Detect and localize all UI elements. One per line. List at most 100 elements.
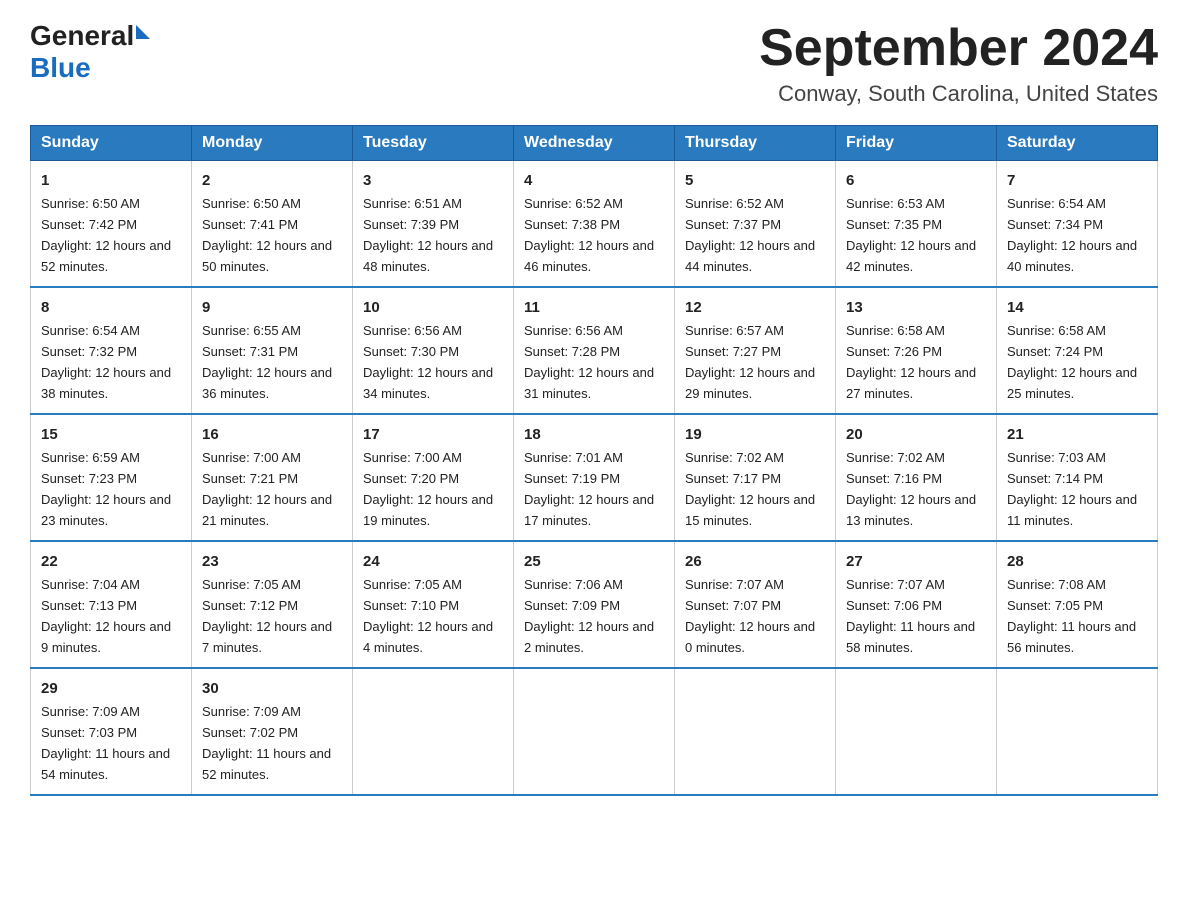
day-info: Sunrise: 7:05 AMSunset: 7:12 PMDaylight:… <box>202 577 332 655</box>
calendar-cell: 4 Sunrise: 6:52 AMSunset: 7:38 PMDaylight… <box>514 161 675 287</box>
day-number: 28 <box>1007 550 1147 573</box>
day-number: 6 <box>846 169 986 192</box>
header-friday: Friday <box>836 126 997 161</box>
day-number: 22 <box>41 550 181 573</box>
calendar-cell: 11 Sunrise: 6:56 AMSunset: 7:28 PMDayligh… <box>514 287 675 414</box>
week-row-4: 22 Sunrise: 7:04 AMSunset: 7:13 PMDayligh… <box>31 541 1158 668</box>
day-number: 29 <box>41 677 181 700</box>
calendar-cell: 9 Sunrise: 6:55 AMSunset: 7:31 PMDaylight… <box>192 287 353 414</box>
day-info: Sunrise: 6:59 AMSunset: 7:23 PMDaylight:… <box>41 450 171 528</box>
day-info: Sunrise: 6:52 AMSunset: 7:38 PMDaylight:… <box>524 196 654 274</box>
logo-blue: Blue <box>30 52 91 84</box>
calendar-cell: 28 Sunrise: 7:08 AMSunset: 7:05 PMDayligh… <box>997 541 1158 668</box>
calendar-cell <box>514 668 675 795</box>
day-info: Sunrise: 6:50 AMSunset: 7:42 PMDaylight:… <box>41 196 171 274</box>
day-number: 20 <box>846 423 986 446</box>
day-number: 13 <box>846 296 986 319</box>
day-number: 14 <box>1007 296 1147 319</box>
day-info: Sunrise: 7:06 AMSunset: 7:09 PMDaylight:… <box>524 577 654 655</box>
day-number: 11 <box>524 296 664 319</box>
day-info: Sunrise: 6:54 AMSunset: 7:34 PMDaylight:… <box>1007 196 1137 274</box>
calendar-cell: 23Sunrise: 7:05 AMSunset: 7:12 PMDayligh… <box>192 541 353 668</box>
calendar-table: SundayMondayTuesdayWednesdayThursdayFrid… <box>30 125 1158 796</box>
day-info: Sunrise: 7:00 AMSunset: 7:21 PMDaylight:… <box>202 450 332 528</box>
day-number: 10 <box>363 296 503 319</box>
day-info: Sunrise: 7:09 AMSunset: 7:03 PMDaylight:… <box>41 704 170 782</box>
day-number: 4 <box>524 169 664 192</box>
calendar-cell: 25 Sunrise: 7:06 AMSunset: 7:09 PMDayligh… <box>514 541 675 668</box>
day-info: Sunrise: 7:00 AMSunset: 7:20 PMDaylight:… <box>363 450 493 528</box>
day-number: 9 <box>202 296 342 319</box>
day-number: 16 <box>202 423 342 446</box>
day-info: Sunrise: 7:05 AMSunset: 7:10 PMDaylight:… <box>363 577 493 655</box>
day-info: Sunrise: 6:55 AMSunset: 7:31 PMDaylight:… <box>202 323 332 401</box>
day-number: 24 <box>363 550 503 573</box>
calendar-cell: 22 Sunrise: 7:04 AMSunset: 7:13 PMDayligh… <box>31 541 192 668</box>
calendar-cell: 6 Sunrise: 6:53 AMSunset: 7:35 PMDaylight… <box>836 161 997 287</box>
day-info: Sunrise: 6:51 AMSunset: 7:39 PMDaylight:… <box>363 196 493 274</box>
calendar-cell: 21 Sunrise: 7:03 AMSunset: 7:14 PMDayligh… <box>997 414 1158 541</box>
calendar-cell: 18Sunrise: 7:01 AMSunset: 7:19 PMDayligh… <box>514 414 675 541</box>
calendar-cell: 19 Sunrise: 7:02 AMSunset: 7:17 PMDayligh… <box>675 414 836 541</box>
day-info: Sunrise: 7:07 AMSunset: 7:07 PMDaylight:… <box>685 577 815 655</box>
day-info: Sunrise: 6:53 AMSunset: 7:35 PMDaylight:… <box>846 196 976 274</box>
calendar-cell: 5Sunrise: 6:52 AMSunset: 7:37 PMDaylight… <box>675 161 836 287</box>
day-number: 3 <box>363 169 503 192</box>
header-saturday: Saturday <box>997 126 1158 161</box>
day-info: Sunrise: 7:03 AMSunset: 7:14 PMDaylight:… <box>1007 450 1137 528</box>
header-row: SundayMondayTuesdayWednesdayThursdayFrid… <box>31 126 1158 161</box>
day-number: 21 <box>1007 423 1147 446</box>
day-info: Sunrise: 7:07 AMSunset: 7:06 PMDaylight:… <box>846 577 975 655</box>
day-info: Sunrise: 6:56 AMSunset: 7:28 PMDaylight:… <box>524 323 654 401</box>
day-info: Sunrise: 7:02 AMSunset: 7:16 PMDaylight:… <box>846 450 976 528</box>
day-info: Sunrise: 7:04 AMSunset: 7:13 PMDaylight:… <box>41 577 171 655</box>
day-number: 25 <box>524 550 664 573</box>
calendar-cell: 1 Sunrise: 6:50 AMSunset: 7:42 PMDaylight… <box>31 161 192 287</box>
calendar-cell: 2Sunrise: 6:50 AMSunset: 7:41 PMDaylight… <box>192 161 353 287</box>
week-row-1: 1 Sunrise: 6:50 AMSunset: 7:42 PMDaylight… <box>31 161 1158 287</box>
day-number: 27 <box>846 550 986 573</box>
day-number: 7 <box>1007 169 1147 192</box>
calendar-cell: 20 Sunrise: 7:02 AMSunset: 7:16 PMDayligh… <box>836 414 997 541</box>
month-title: September 2024 <box>759 20 1158 77</box>
day-info: Sunrise: 6:58 AMSunset: 7:26 PMDaylight:… <box>846 323 976 401</box>
calendar-cell: 26 Sunrise: 7:07 AMSunset: 7:07 PMDayligh… <box>675 541 836 668</box>
day-number: 30 <box>202 677 342 700</box>
logo-arrow-icon <box>136 25 150 39</box>
day-info: Sunrise: 7:02 AMSunset: 7:17 PMDaylight:… <box>685 450 815 528</box>
day-number: 17 <box>363 423 503 446</box>
page-header: General Blue September 2024 Conway, Sout… <box>30 20 1158 107</box>
calendar-cell <box>997 668 1158 795</box>
day-number: 18 <box>524 423 664 446</box>
calendar-cell: 8Sunrise: 6:54 AMSunset: 7:32 PMDaylight… <box>31 287 192 414</box>
day-number: 19 <box>685 423 825 446</box>
day-number: 26 <box>685 550 825 573</box>
day-number: 8 <box>41 296 181 319</box>
calendar-cell: 17 Sunrise: 7:00 AMSunset: 7:20 PMDayligh… <box>353 414 514 541</box>
calendar-cell: 12Sunrise: 6:57 AMSunset: 7:27 PMDayligh… <box>675 287 836 414</box>
header-monday: Monday <box>192 126 353 161</box>
day-info: Sunrise: 7:09 AMSunset: 7:02 PMDaylight:… <box>202 704 331 782</box>
calendar-cell <box>675 668 836 795</box>
day-number: 2 <box>202 169 342 192</box>
week-row-5: 29 Sunrise: 7:09 AMSunset: 7:03 PMDayligh… <box>31 668 1158 795</box>
day-info: Sunrise: 6:56 AMSunset: 7:30 PMDaylight:… <box>363 323 493 401</box>
calendar-cell: 24 Sunrise: 7:05 AMSunset: 7:10 PMDayligh… <box>353 541 514 668</box>
week-row-2: 8Sunrise: 6:54 AMSunset: 7:32 PMDaylight… <box>31 287 1158 414</box>
calendar-cell: 30 Sunrise: 7:09 AMSunset: 7:02 PMDayligh… <box>192 668 353 795</box>
day-number: 1 <box>41 169 181 192</box>
calendar-cell: 3 Sunrise: 6:51 AMSunset: 7:39 PMDaylight… <box>353 161 514 287</box>
title-block: September 2024 Conway, South Carolina, U… <box>759 20 1158 107</box>
calendar-cell: 14Sunrise: 6:58 AMSunset: 7:24 PMDayligh… <box>997 287 1158 414</box>
day-number: 15 <box>41 423 181 446</box>
week-row-3: 15 Sunrise: 6:59 AMSunset: 7:23 PMDayligh… <box>31 414 1158 541</box>
logo-general: General <box>30 20 134 52</box>
calendar-cell: 7 Sunrise: 6:54 AMSunset: 7:34 PMDaylight… <box>997 161 1158 287</box>
header-wednesday: Wednesday <box>514 126 675 161</box>
logo: General Blue <box>30 20 150 84</box>
calendar-cell: 15 Sunrise: 6:59 AMSunset: 7:23 PMDayligh… <box>31 414 192 541</box>
header-tuesday: Tuesday <box>353 126 514 161</box>
day-info: Sunrise: 7:08 AMSunset: 7:05 PMDaylight:… <box>1007 577 1136 655</box>
calendar-cell <box>836 668 997 795</box>
day-number: 12 <box>685 296 825 319</box>
